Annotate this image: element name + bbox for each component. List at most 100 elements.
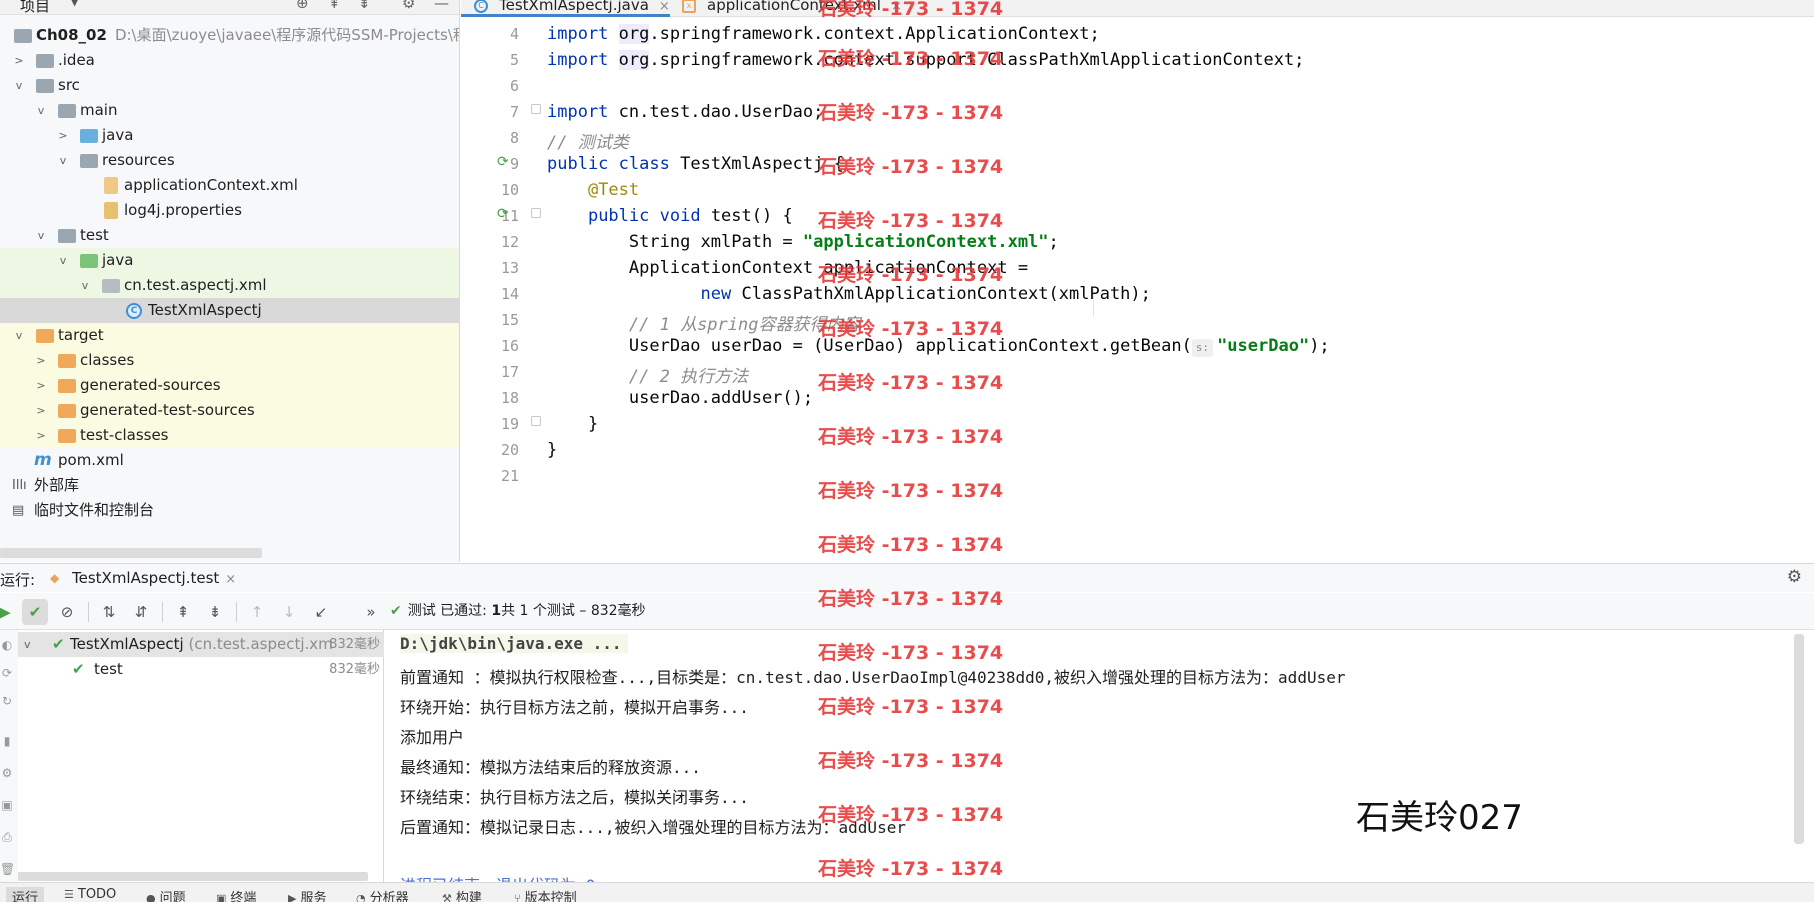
- tree-item-applicationcontext-xml[interactable]: applicationContext.xml: [0, 173, 459, 198]
- test-result-row[interactable]: ✔ test 832毫秒: [18, 657, 384, 682]
- java-class-icon: C: [474, 0, 488, 13]
- chevron-down-icon[interactable]: v: [56, 248, 70, 273]
- previous-failed-icon[interactable]: ↑: [244, 599, 270, 625]
- tree-item-classes[interactable]: > classes: [0, 348, 459, 373]
- gear-icon[interactable]: ⚙: [402, 0, 415, 12]
- sort-duration-icon[interactable]: ⇵: [128, 599, 154, 625]
- test-result-row[interactable]: v ✔ TestXmlAspectj (cn.test.aspectj.xm 8…: [18, 632, 384, 657]
- tab-label: applicationContext.xml: [707, 0, 881, 14]
- code-line-8: // 测试类: [547, 133, 629, 153]
- bottom-tab-profiler[interactable]: ◔ 分析器: [356, 887, 409, 902]
- fold-icon[interactable]: [531, 104, 541, 114]
- tree-item-external-libraries[interactable]: Illı 外部库: [0, 473, 459, 498]
- chevron-down-icon[interactable]: v: [12, 73, 26, 98]
- bottom-tab-todo[interactable]: ☰ TODO: [64, 887, 116, 902]
- terminal-icon: ▣: [216, 892, 227, 902]
- horizontal-scrollbar[interactable]: [18, 872, 368, 881]
- tree-item-test[interactable]: v test: [0, 223, 459, 248]
- tree-item-main[interactable]: v main: [0, 98, 459, 123]
- fold-icon[interactable]: [531, 208, 541, 218]
- project-title[interactable]: 项目: [20, 0, 50, 16]
- chevron-down-icon[interactable]: v: [12, 323, 26, 348]
- chevron-right-icon[interactable]: >: [34, 348, 48, 373]
- tree-item-idea[interactable]: > .idea: [0, 48, 459, 73]
- tree-item-package[interactable]: v cn.test.aspectj.xml: [0, 273, 459, 298]
- more-icon[interactable]: »: [358, 599, 384, 625]
- code-text: UserDao userDao = (UserDao) applicationC…: [628, 336, 1192, 356]
- line-number: 15: [500, 311, 519, 329]
- tree-item-src[interactable]: v src: [0, 73, 459, 98]
- bottom-tab-run[interactable]: 运行: [6, 887, 45, 902]
- print-icon[interactable]: ⎙: [0, 830, 14, 845]
- chevron-down-icon[interactable]: v: [56, 148, 70, 173]
- rerun-icon[interactable]: ▶: [0, 599, 18, 625]
- next-failed-icon[interactable]: ↓: [276, 599, 302, 625]
- show-passed-icon[interactable]: ✔: [22, 599, 48, 625]
- bottom-tab-vcs[interactable]: ⑂ 版本控制: [514, 887, 577, 902]
- run-tab[interactable]: ◆ TestXmlAspectj.test ×: [48, 569, 236, 587]
- chevron-right-icon[interactable]: >: [12, 48, 26, 73]
- chevron-right-icon[interactable]: >: [34, 398, 48, 423]
- chevron-down-icon[interactable]: v: [24, 632, 31, 657]
- horizontal-scrollbar[interactable]: [0, 548, 262, 558]
- tree-item-testxmlaspectj[interactable]: C TestXmlAspectj: [0, 298, 459, 323]
- tree-item-project-root[interactable]: v Ch08_02D:\桌面\zuoye\javaee\程序源代码SSM-Pro…: [0, 23, 459, 48]
- folder-icon: [36, 79, 54, 93]
- close-icon[interactable]: ×: [891, 0, 902, 14]
- keyword: public: [547, 154, 609, 174]
- console-output[interactable]: D:\jdk\bin\java.exe ... 前置通知 ：模拟执行权限检查..…: [386, 630, 1804, 882]
- tree-item-main-java[interactable]: > java: [0, 123, 459, 148]
- show-ignored-icon[interactable]: ⊘: [54, 599, 80, 625]
- locate-icon[interactable]: ⊕: [296, 0, 309, 12]
- chevron-right-icon[interactable]: >: [34, 373, 48, 398]
- chevron-down-icon[interactable]: v: [78, 273, 92, 298]
- pin-icon[interactable]: ▮: [0, 734, 14, 748]
- bottom-tab-problems[interactable]: ● 问题: [146, 887, 186, 902]
- todo-icon: ☰: [64, 888, 74, 901]
- xml-file-icon: x: [682, 0, 696, 13]
- code-editor[interactable]: 4 5 6 7 8 9 10 11 12 13 14 15 16 17 18 1…: [461, 18, 1814, 562]
- collapse-all-icon[interactable]: ⇟: [358, 0, 371, 12]
- bottom-tab-build[interactable]: ⚒ 构建: [442, 887, 482, 902]
- tree-item-log4j-properties[interactable]: log4j.properties: [0, 198, 459, 223]
- export-icon[interactable]: ↙: [308, 599, 334, 625]
- tree-item-generated-sources[interactable]: > generated-sources: [0, 373, 459, 398]
- bottom-tab-terminal[interactable]: ▣ 终端: [216, 887, 256, 902]
- tree-item-test-java[interactable]: v java: [0, 248, 459, 273]
- tree-item-scratches[interactable]: ▤ 临时文件和控制台: [0, 498, 459, 523]
- tree-item-target[interactable]: v target: [0, 323, 459, 348]
- vertical-scrollbar[interactable]: [1794, 634, 1804, 844]
- minimize-icon[interactable]: —: [434, 0, 449, 12]
- delete-icon[interactable]: 🗑: [0, 862, 15, 876]
- run-test-icon[interactable]: ⟳: [497, 206, 515, 222]
- chevron-down-icon[interactable]: v: [34, 223, 48, 248]
- code-text: userDao.addUser();: [628, 388, 814, 408]
- chevron-right-icon[interactable]: >: [56, 123, 70, 148]
- tab-testxmlaspectj-java[interactable]: C TestXmlAspectj.java ×: [461, 0, 670, 17]
- expand-all-icon[interactable]: ⇞: [328, 0, 341, 12]
- tree-item-generated-test-sources[interactable]: > generated-test-sources: [0, 398, 459, 423]
- tree-item-pom-xml[interactable]: m pom.xml: [0, 448, 459, 473]
- toggle-auto-test-icon[interactable]: ↻: [0, 694, 14, 708]
- code-line-19: }: [547, 414, 598, 434]
- run-test-icon[interactable]: ⟳: [497, 154, 515, 170]
- tree-item-resources[interactable]: v resources: [0, 148, 459, 173]
- fold-icon[interactable]: [531, 416, 541, 426]
- screenshot-icon[interactable]: ▣: [0, 798, 14, 812]
- settings-icon[interactable]: ⚙: [0, 766, 14, 780]
- close-icon[interactable]: ×: [225, 572, 236, 587]
- tree-item-test-classes[interactable]: > test-classes: [0, 423, 459, 448]
- console-command-line[interactable]: D:\jdk\bin\java.exe ...: [400, 634, 628, 653]
- stop-icon[interactable]: ◐: [0, 638, 14, 652]
- chevron-down-icon[interactable]: v: [34, 98, 48, 123]
- bottom-tab-services[interactable]: ▶ 服务: [288, 887, 326, 902]
- chevron-down-icon[interactable]: ▼: [70, 0, 79, 8]
- tab-applicationcontext-xml[interactable]: x applicationContext.xml ×: [669, 0, 902, 17]
- rerun-failed-icon[interactable]: ⟳: [0, 666, 14, 680]
- sort-alpha-icon[interactable]: ⇅: [96, 599, 122, 625]
- gear-icon[interactable]: ⚙: [1787, 567, 1802, 587]
- collapse-all-icon[interactable]: ⇟: [202, 599, 228, 625]
- chevron-right-icon[interactable]: >: [34, 423, 48, 448]
- expand-all-icon[interactable]: ⇞: [170, 599, 196, 625]
- code-line-9: public class TestXmlAspectj {: [547, 154, 844, 174]
